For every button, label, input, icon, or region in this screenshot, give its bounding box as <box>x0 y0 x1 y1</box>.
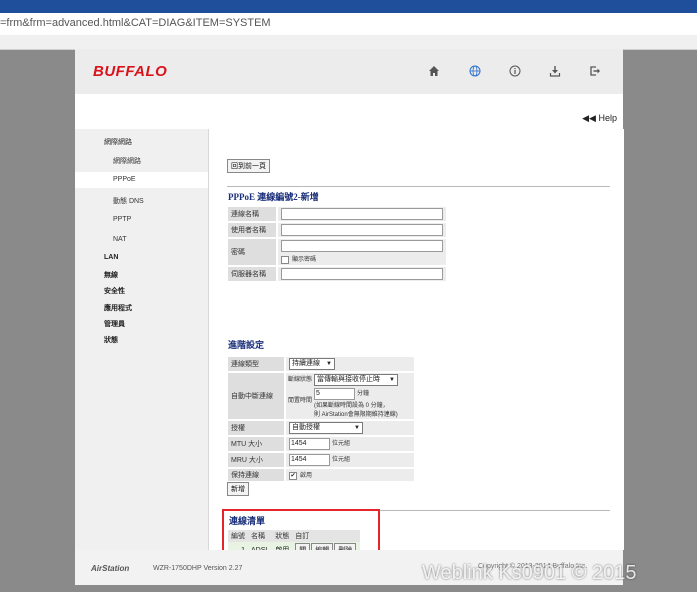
password-label: 密碼 <box>226 237 278 267</box>
idle-note-line2: 則 AirStation會無限期維持連線) <box>314 412 398 418</box>
auth-select[interactable]: 自動授權 ▼ <box>289 422 363 434</box>
home-icon[interactable] <box>424 61 444 81</box>
disconnect-timing-select[interactable]: 當傳輸與接收停止時 ▼ <box>313 374 398 386</box>
browser-title-strip <box>0 0 697 13</box>
col-status: 狀態 <box>272 530 293 542</box>
sidebar-item-pppoe[interactable]: PPPoE <box>113 176 136 183</box>
download-icon[interactable] <box>545 61 565 81</box>
mtu-input[interactable]: 1454 <box>289 438 330 450</box>
help-link[interactable]: ◀◀ Help <box>582 113 617 124</box>
idle-note-line1: (如果斷線時間設為 0 分鐘， <box>314 403 389 409</box>
connection-name-label: 連線名稱 <box>226 205 278 223</box>
col-custom: 自訂 <box>292 530 361 542</box>
connection-type-select[interactable]: 持續連線 ▼ <box>289 358 335 370</box>
server-name-input[interactable] <box>281 268 443 280</box>
mru-label: MRU 大小 <box>226 451 286 469</box>
collapse-arrows-icon: ◀◀ <box>582 113 596 123</box>
back-button[interactable]: 回到前一頁 <box>227 159 270 173</box>
help-label: Help <box>598 113 617 123</box>
col-name: 名稱 <box>248 530 273 542</box>
keepalive-option: 啟用 <box>300 473 313 480</box>
sidebar-item-pptp[interactable]: PPTP <box>113 216 131 223</box>
sidebar-active-highlight <box>75 172 208 188</box>
sidebar-item-ddns[interactable]: 動態 DNS <box>113 196 144 206</box>
sidebar-item-nat[interactable]: NAT <box>113 236 126 243</box>
col-number: 編號 <box>228 530 248 542</box>
sidebar-item-status[interactable]: 狀態 <box>104 335 118 345</box>
model-version: WZR-1750DHP Version 2.27 <box>153 565 242 572</box>
keepalive-checkbox[interactable]: ✔ <box>289 471 297 480</box>
watermark: Weblink Ks0901 © 2015 <box>422 562 637 584</box>
globe-icon[interactable] <box>465 61 485 81</box>
auto-disconnect-label: 自動中斷連線 <box>226 371 286 421</box>
add-button[interactable]: 新增 <box>227 482 249 496</box>
page-header: BUFFALO <box>75 49 623 94</box>
model-name: WZR-1750DHP <box>153 565 202 572</box>
username-label: 使用者名稱 <box>226 221 278 239</box>
idle-time-input[interactable]: 5 <box>314 388 356 400</box>
logout-icon[interactable] <box>585 61 605 81</box>
keepalive-label: 保持連線 <box>226 467 286 483</box>
password-input[interactable] <box>281 240 443 253</box>
firmware-version: Version 2.27 <box>203 565 243 572</box>
sidebar-item-lan[interactable]: LAN <box>104 254 118 261</box>
username-input[interactable] <box>281 224 443 236</box>
address-bar[interactable]: =frm&frm=advanced.html&CAT=DIAG&ITEM=SYS… <box>0 13 697 36</box>
section-title: PPPoE 連線編號2-新增 <box>228 192 319 202</box>
idle-time-unit: 分鐘 <box>356 391 369 397</box>
mtu-unit: 位元組 <box>331 441 350 447</box>
section-divider <box>227 186 610 187</box>
mtu-label: MTU 大小 <box>226 435 286 453</box>
buffalo-logo: BUFFALO <box>93 63 168 80</box>
mru-input[interactable]: 1454 <box>289 454 330 466</box>
idle-time-label: 閒置時間 <box>288 398 313 404</box>
sidebar-item-applications[interactable]: 應用程式 <box>104 303 132 313</box>
sidebar-item-admin[interactable]: 管理員 <box>104 319 125 329</box>
sidebar-background <box>75 129 208 550</box>
mru-unit: 位元組 <box>331 457 350 463</box>
advanced-title: 進階設定 <box>228 340 265 350</box>
connection-name-input[interactable] <box>281 208 443 220</box>
show-password-checkbox[interactable] <box>281 255 289 264</box>
connection-list-title: 連線清單 <box>229 516 266 526</box>
sidebar-item-wireless[interactable]: 無線 <box>104 270 118 280</box>
sidebar-item-internet[interactable]: 網際網路 <box>104 137 132 147</box>
server-name-label: 伺服器名稱 <box>226 265 278 283</box>
pppoe-basic-form: 連線名稱 使用者名稱 密碼 顯示密碼 伺服器名稱 <box>226 205 448 283</box>
router-admin-frame: BUFFALO ◀◀ Help 網際網路 網際網路 PPPoE 動態 DNS P… <box>75 49 624 585</box>
info-icon[interactable] <box>505 61 525 81</box>
connection-type-label: 連線類型 <box>226 355 286 373</box>
main-content: 回到前一頁 PPPoE 連線編號2-新增 連線名稱 使用者名稱 密碼 顯示密碼 <box>208 129 624 568</box>
sidebar-item-internet-sub[interactable]: 網際網路 <box>113 156 141 166</box>
airstation-logo: AirStation <box>91 564 130 573</box>
show-password-label: 顯示密碼 <box>292 257 317 264</box>
disconnect-timing-label: 斷線狀態 <box>288 377 313 383</box>
sidebar-item-security[interactable]: 安全性 <box>104 286 125 296</box>
auth-label: 授權 <box>226 419 286 437</box>
advanced-form: 連線類型 持續連線 ▼ 自動中斷連線 斷線狀態 當傳輸與接收停止時 ▼ 閒置時間 5… <box>226 355 416 483</box>
address-url[interactable]: =frm&frm=advanced.html&CAT=DIAG&ITEM=SYS… <box>0 17 271 29</box>
browser-toolbar-strip <box>0 35 697 50</box>
